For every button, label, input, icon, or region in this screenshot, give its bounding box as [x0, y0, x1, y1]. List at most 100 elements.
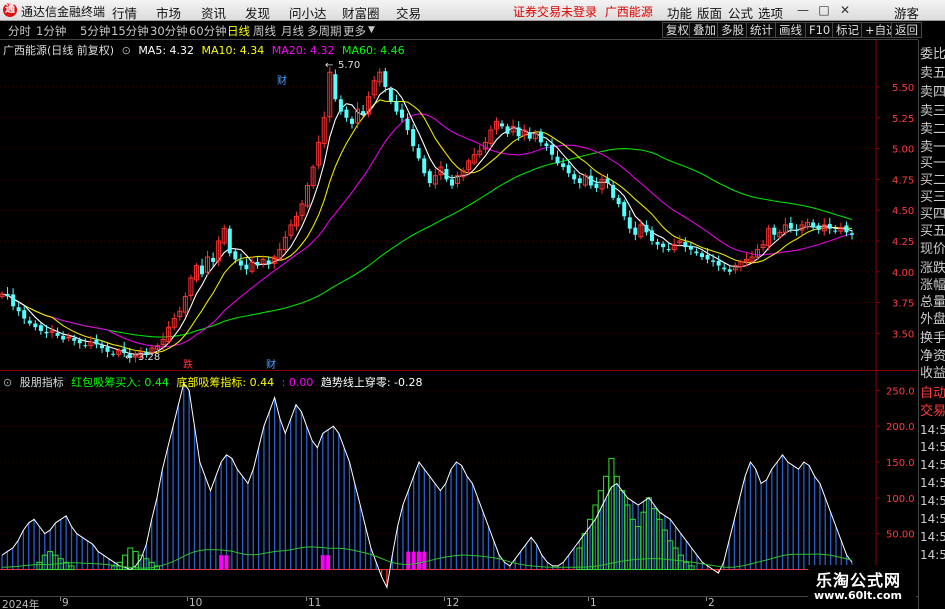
side-auto[interactable]: 自动: [920, 384, 945, 403]
btn-tongji[interactable]: 统计: [746, 22, 777, 38]
period-fenshi[interactable]: 分时: [8, 23, 31, 39]
date-label-year: 2024年: [2, 599, 40, 609]
menu-shichang[interactable]: 市场: [156, 3, 181, 22]
date-label-11: 11: [308, 597, 322, 609]
date-label-12: 12: [446, 597, 460, 609]
menu-caifuquan[interactable]: 财富圈: [342, 3, 380, 22]
trade-login-status[interactable]: 证券交易未登录 广西能源: [513, 3, 653, 20]
candle-body-down: [11, 294, 16, 307]
date-axis: 2024年 9 10 11 12 1 2: [0, 596, 918, 609]
side-sell2: 卖二: [920, 122, 945, 137]
candle-body-down: [816, 225, 821, 230]
menu-xuanxiang[interactable]: 选项: [758, 3, 783, 22]
candle-body-up: [66, 336, 72, 339]
candle-body-down: [94, 340, 99, 345]
date-tick: [187, 597, 188, 601]
menu-gongneng[interactable]: 功能: [667, 3, 692, 22]
period-monthly[interactable]: 月线: [281, 23, 304, 39]
stock-caption[interactable]: 广西能源(日线 前复权): [3, 44, 114, 57]
btn-diejia[interactable]: 叠加: [689, 22, 720, 38]
menu-faxian[interactable]: 发现: [245, 3, 270, 22]
price-tick-label: 4.00: [892, 268, 914, 279]
period-daily[interactable]: 日线: [227, 23, 250, 39]
candle-body-down: [705, 255, 710, 260]
btn-duogu[interactable]: 多股: [717, 22, 748, 38]
period-5min[interactable]: 5分钟: [80, 23, 110, 39]
indicator-settings-icon[interactable]: ⊙: [3, 376, 12, 389]
candle-body-down: [233, 251, 238, 260]
candle-body-down: [650, 230, 654, 241]
settings-circle-icon[interactable]: ⊙: [122, 44, 131, 57]
candle-body-down: [227, 228, 232, 254]
period-weekly[interactable]: 周线: [253, 23, 276, 39]
period-1min[interactable]: 1分钟: [36, 23, 66, 39]
side-time-2: 14:56: [920, 440, 945, 454]
menu-zixun[interactable]: 资讯: [201, 3, 226, 22]
watermark-title: 乐淘公式网: [816, 571, 902, 590]
candle-body-down: [16, 307, 21, 312]
watermark-url: www.60lt.com: [814, 589, 903, 602]
side-trade[interactable]: 交易: [920, 402, 945, 421]
candle-body-down: [727, 269, 732, 272]
period-15min[interactable]: 15分钟: [111, 23, 149, 39]
candle-body-down: [344, 109, 349, 118]
candle-body-down: [611, 185, 616, 198]
indicator-magenta-bar: [411, 551, 416, 570]
date-tick: [306, 597, 307, 601]
date-tick: [706, 597, 707, 601]
indicator-name[interactable]: 股朋指标: [20, 376, 64, 389]
quote-side-panel: 委比 卖五 卖四 卖三 卖二 卖一 买一 买二 买三 买四 买五 现价 涨跌 涨…: [918, 40, 945, 609]
close-icon[interactable]: ✕: [837, 2, 853, 18]
indicator-tick-label: 200.0: [886, 422, 915, 433]
btn-f10[interactable]: F10: [805, 22, 835, 38]
high-arrow-icon: ←: [325, 60, 333, 71]
more-chevron-icon[interactable]: ▼: [368, 25, 375, 35]
period-30min[interactable]: 30分钟: [150, 23, 188, 39]
period-more[interactable]: 更多: [343, 23, 366, 39]
indicator-s3: : 0.00: [281, 376, 314, 389]
side-time-7: 14:56: [920, 530, 945, 544]
period-60min[interactable]: 60分钟: [189, 23, 227, 39]
indicator-magenta-bar: [320, 555, 325, 570]
btn-back[interactable]: 返回: [891, 22, 922, 38]
indicator-magenta-bar: [422, 551, 427, 570]
candle-body-down: [427, 171, 432, 184]
candle-body-down: [38, 325, 43, 331]
candle-body-down: [833, 230, 838, 232]
menu-gongshi[interactable]: 公式: [728, 3, 753, 22]
period-multi[interactable]: 多周期: [307, 23, 342, 39]
candle-body-down: [505, 126, 510, 134]
side-time-4: 14:56: [920, 476, 945, 490]
candle-body-down: [605, 178, 610, 184]
btn-biaoji[interactable]: 标记: [832, 22, 863, 38]
main-kline-chart[interactable]: 3.50 3.75 4.00 4.25 4.50 4.75 5.00 5.25 5.50 5.7…: [0, 40, 918, 370]
indicator-magenta-bar: [219, 555, 224, 570]
maximize-icon[interactable]: □: [816, 2, 832, 18]
indicator-chart[interactable]: 50.00 100.0 150.0 200.0 250.0: [0, 371, 918, 596]
marker-cai-small: 财: [277, 74, 287, 87]
low-price-label: 3.28: [138, 352, 160, 363]
candle-body-down: [111, 353, 116, 355]
date-label-1: 1: [590, 597, 597, 609]
menu-jiaoyi[interactable]: 交易: [396, 3, 421, 22]
candle-body-down: [700, 253, 704, 257]
price-tick-label: 4.75: [892, 175, 914, 186]
indicator-magenta-bar: [326, 555, 331, 570]
candle-body-down: [422, 158, 427, 174]
indicator-s1: 红包吸筹买入: 0.44: [71, 376, 169, 389]
menu-banmian[interactable]: 版面: [697, 3, 722, 22]
btn-huaxian[interactable]: 画线: [775, 22, 806, 38]
candle-body-down: [500, 123, 504, 127]
menu-wenxiaoda[interactable]: 问小达: [289, 3, 327, 22]
side-sell4: 卖四: [920, 85, 945, 100]
menu-hangqing[interactable]: 行情: [112, 3, 137, 22]
indicator-s4: 趋势线上穿零: -0.28: [320, 376, 423, 389]
date-tick: [60, 597, 61, 601]
candle-body-down: [722, 267, 727, 270]
guest-label[interactable]: 游客: [894, 3, 919, 22]
candle-body-down: [22, 310, 27, 319]
minimize-icon[interactable]: —: [795, 2, 811, 18]
status-stock-name: 广西能源: [604, 5, 653, 19]
app-title: 通达信金融终端: [21, 5, 106, 19]
price-tick-label: 5.00: [892, 145, 914, 156]
